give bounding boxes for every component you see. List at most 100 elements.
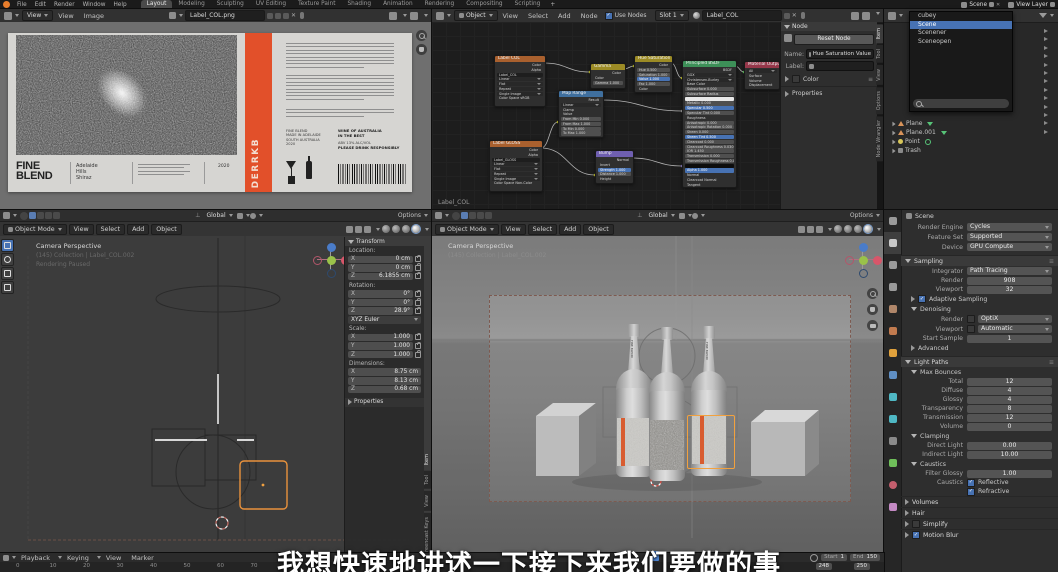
node-row[interactable]: Repeat: [492, 172, 540, 176]
unpack-icon[interactable]: [283, 13, 289, 19]
pin-icon[interactable]: [300, 12, 304, 19]
node-row[interactable]: Linear: [561, 103, 601, 107]
subsection-denoising[interactable]: Denoising: [901, 304, 1058, 314]
node-row[interactable]: Base Color: [685, 82, 734, 86]
subsection-clamping[interactable]: Clamping: [901, 431, 1058, 441]
vpm-shading-icon[interactable]: [854, 225, 862, 233]
subsection-adaptive-sampling[interactable]: ✓Adaptive Sampling: [901, 294, 1058, 304]
vpl-options-dropdown[interactable]: Options: [398, 212, 428, 219]
node-row[interactable]: Value: [561, 112, 601, 116]
vpm-menu-select[interactable]: Select: [528, 224, 557, 235]
pin-icon[interactable]: [801, 12, 805, 19]
node-row[interactable]: All: [747, 69, 777, 73]
transform-value-field[interactable]: X8.75 cm: [348, 368, 421, 376]
node-name-field[interactable]: Hue Saturation Value: [806, 49, 874, 59]
vpl-mode-dropdown[interactable]: Object Mode: [3, 224, 67, 235]
collapsed-section-motion-blur[interactable]: ✓Motion Blur: [901, 529, 1058, 540]
selectability-icon[interactable]: [1044, 46, 1048, 50]
timeline-menu-playback[interactable]: Playback: [16, 554, 55, 562]
workspace-tab-shading[interactable]: Shading: [342, 0, 378, 9]
vpl-menu-object[interactable]: Object: [151, 224, 182, 235]
prop-field[interactable]: Cycles: [967, 223, 1052, 231]
transform-value-field[interactable]: Z1.000: [348, 351, 413, 359]
workspace-tab-uv-editing[interactable]: UV Editing: [250, 0, 292, 9]
node-hue-saturation-value[interactable]: Hue Saturation ValueColorHue 0.500Satura…: [634, 55, 673, 93]
node-row[interactable]: Alpha 1.000: [685, 168, 734, 172]
node-row[interactable]: Gamma 1.000: [593, 81, 623, 85]
shader-mode-dropdown[interactable]: Object: [454, 10, 498, 21]
node-row[interactable]: Color Space Non-Color: [492, 181, 540, 185]
scene-option-cubey[interactable]: cubey: [910, 12, 1012, 21]
zoom-gizmo-icon[interactable]: [416, 30, 427, 41]
vpm-shading-icon[interactable]: [834, 225, 842, 233]
copy-scene-icon[interactable]: [989, 2, 994, 7]
node-principled-bsdf[interactable]: Principled BSDFBSDFGGXChristensen-Burley…: [682, 60, 737, 188]
expand-icon[interactable]: [892, 139, 895, 144]
node-row[interactable]: Transmission Roughness 0.000: [685, 159, 734, 163]
selectability-icon[interactable]: [1044, 71, 1048, 75]
vpm-mode-icon[interactable]: [461, 212, 468, 219]
section-header-sampling[interactable]: Sampling≡: [901, 255, 1058, 266]
node-row[interactable]: Strength 1.000: [598, 168, 631, 172]
measure-tool[interactable]: [1, 281, 14, 294]
refresh-icon[interactable]: [784, 34, 792, 42]
vpm-shading-icon[interactable]: [864, 225, 872, 233]
selectability-icon[interactable]: [1044, 29, 1048, 33]
node-row[interactable]: Christensen-Burley: [685, 78, 734, 82]
view-layer-tab[interactable]: [884, 276, 901, 298]
node-row[interactable]: Normal: [598, 158, 631, 162]
subsection-caustics[interactable]: Caustics: [901, 459, 1058, 469]
subsection-checkbox[interactable]: ✓: [918, 295, 926, 303]
sidebar-tab-node-wrangler[interactable]: Node Wrangler: [876, 116, 884, 161]
material-name-field[interactable]: Label_COL: [702, 10, 782, 21]
node-row[interactable]: Linear: [492, 162, 540, 166]
node-row[interactable]: Label_COL: [497, 73, 543, 77]
node-row[interactable]: Displacement: [747, 83, 777, 87]
timeline-ruler[interactable]: 010203040506070248250: [0, 562, 884, 572]
prop-checkbox[interactable]: [967, 315, 975, 323]
overlay-toggle-icon[interactable]: [862, 12, 870, 20]
node-row[interactable]: Color: [497, 63, 543, 67]
shader-editor-type-icon[interactable]: [436, 12, 444, 20]
section-checkbox[interactable]: [912, 520, 920, 528]
prop-field[interactable]: Automatic: [978, 325, 1052, 333]
workspace-tab-sculpting[interactable]: Sculpting: [211, 0, 250, 9]
node-row[interactable]: Repeat: [497, 87, 543, 91]
prop-number-field[interactable]: 1: [967, 335, 1052, 343]
node-row[interactable]: [685, 97, 734, 101]
node-row[interactable]: Roughness: [685, 116, 734, 120]
menu-help[interactable]: Help: [109, 2, 130, 8]
node-row[interactable]: Subsurface 0.000: [685, 87, 734, 91]
prop-number-field[interactable]: 12: [967, 378, 1052, 386]
viewport-tab-tool[interactable]: Tool: [424, 471, 432, 489]
node-row[interactable]: Alpha: [497, 68, 543, 72]
vpm-tool-toggle[interactable]: [452, 212, 460, 220]
lock-icon[interactable]: [415, 273, 421, 279]
vpl-proportional-icon[interactable]: [250, 213, 256, 219]
node-row[interactable]: Alpha: [492, 153, 540, 157]
vpm-mode-icon[interactable]: [485, 212, 492, 219]
color-checkbox[interactable]: [792, 75, 800, 83]
vpm-menu-add[interactable]: Add: [559, 224, 581, 235]
node-row[interactable]: Surface: [747, 74, 777, 78]
lock-icon[interactable]: [415, 334, 421, 340]
prop-field[interactable]: OptiX: [978, 315, 1052, 323]
image-settings-icon[interactable]: [410, 12, 418, 20]
vpl-editor-type-icon[interactable]: [3, 212, 10, 219]
timeline-menu-view[interactable]: View: [101, 554, 126, 562]
node-row[interactable]: Single Image: [497, 92, 543, 96]
vpm-mode-dropdown[interactable]: Object Mode: [435, 224, 499, 235]
prop-number-field[interactable]: 8: [967, 405, 1052, 413]
lock-icon[interactable]: [415, 352, 421, 358]
texture-tab[interactable]: [884, 496, 901, 518]
lock-icon[interactable]: [415, 265, 421, 271]
vpm-proportional-icon[interactable]: [692, 213, 698, 219]
timeline-editor-icon[interactable]: [3, 555, 9, 561]
selectability-icon[interactable]: [1044, 105, 1048, 109]
node-row[interactable]: Color: [593, 71, 623, 75]
prop-number-field[interactable]: 4: [967, 387, 1052, 395]
sidebar-tab-view[interactable]: View: [876, 65, 884, 85]
expand-icon[interactable]: [892, 130, 895, 135]
transform-value-field[interactable]: Y1.000: [348, 342, 413, 350]
node-row[interactable]: Value 1.000: [637, 77, 670, 81]
